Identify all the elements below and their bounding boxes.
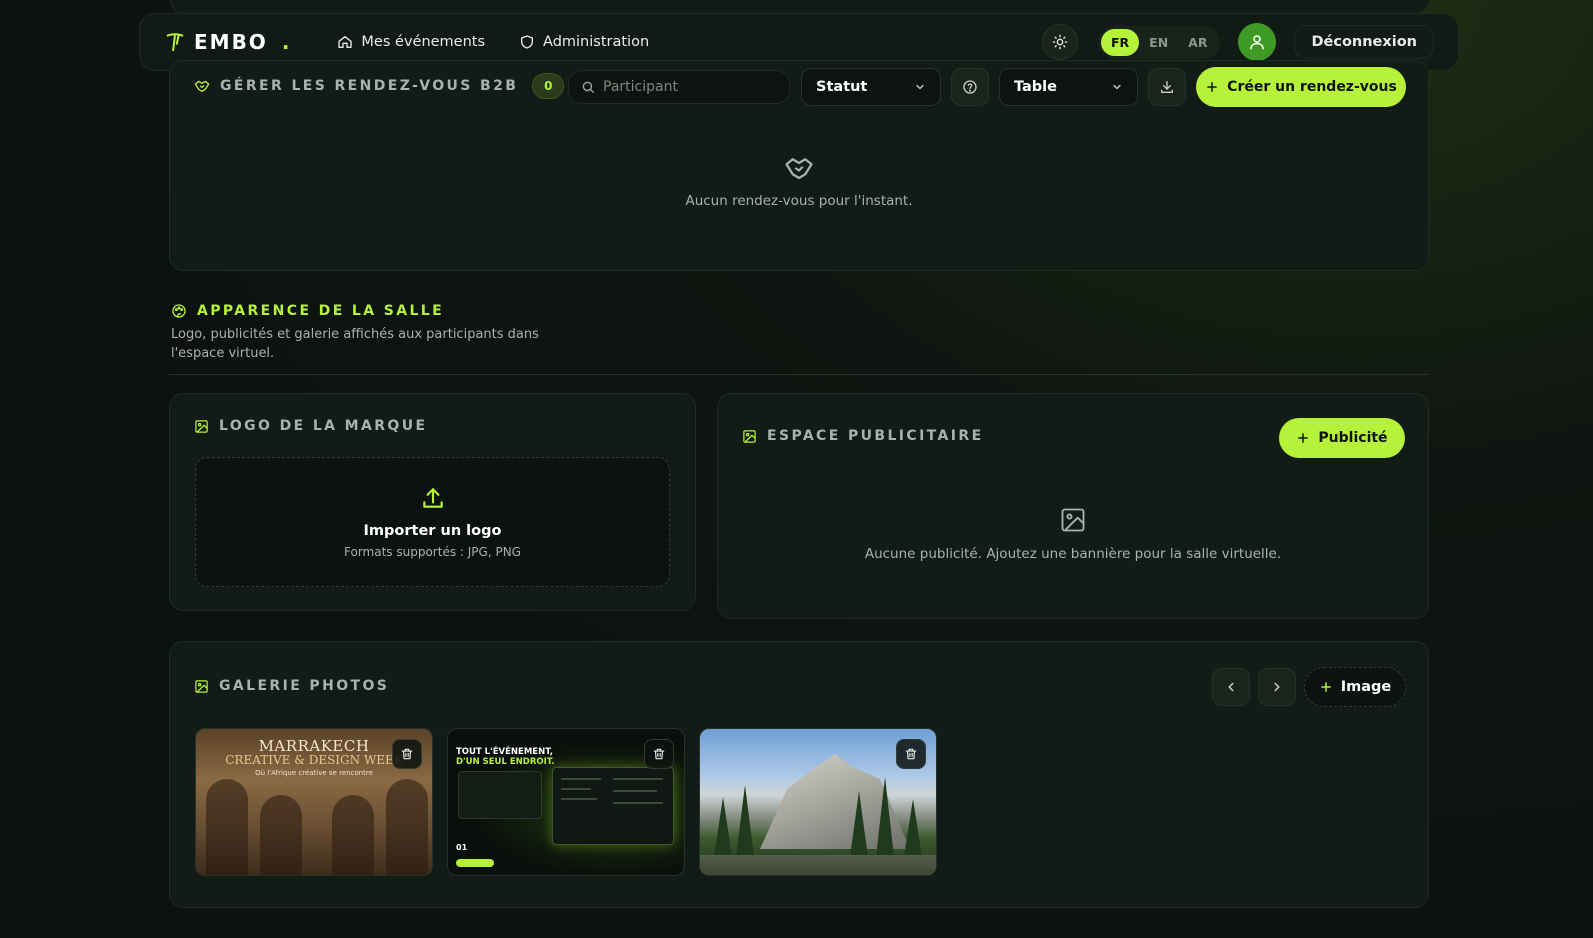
shield-icon (521, 35, 534, 49)
photo-gallery-card: GALERIE PHOTOS Image MARRAKECH CREATIVE … (169, 641, 1429, 908)
view-select[interactable]: Table (999, 68, 1138, 106)
trash-icon (401, 748, 413, 760)
logo-upload-title: Importer un logo (363, 523, 502, 539)
b2b-header: GÉRER LES RENDEZ-VOUS B2B 0 (194, 73, 565, 99)
help-button[interactable] (951, 68, 989, 106)
export-button[interactable] (1148, 68, 1186, 106)
sun-icon (1052, 34, 1068, 50)
nav-my-events[interactable]: Mes événements (337, 34, 485, 50)
brand-dot: . (281, 30, 290, 54)
b2b-title: GÉRER LES RENDEZ-VOUS B2B (220, 78, 519, 94)
brand-logo-card: LOGO DE LA MARQUE Importer un logo Forma… (169, 393, 696, 611)
trash-icon (905, 748, 917, 760)
home-icon (338, 36, 353, 48)
lang-ar-button[interactable]: AR (1178, 29, 1217, 56)
thumb-screen (552, 767, 674, 845)
handshake-icon (785, 158, 813, 180)
chevron-left-icon (1228, 682, 1234, 692)
plus-icon (1207, 82, 1218, 92)
search-icon (582, 81, 594, 93)
handshake-icon (194, 80, 210, 92)
brand-logo-title: LOGO DE LA MARQUE (219, 418, 428, 434)
nav-administration-label: Administration (543, 34, 650, 50)
appearance-title: APPARENCE DE LA SALLE (197, 303, 445, 319)
chevron-right-icon (1274, 682, 1280, 692)
gallery-thumbnail[interactable]: TOUT L'ÉVÉNEMENT, D'UN SEUL ENDROIT. 01 (447, 728, 685, 876)
help-circle-icon (963, 80, 977, 94)
status-select-value: Statut (816, 79, 868, 95)
thumb-tagline: Où l'Afrique créative se rencontre (255, 769, 373, 777)
appearance-description: Logo, publicités et galerie affichés aux… (171, 327, 539, 361)
language-switcher: FR EN AR (1097, 25, 1221, 59)
theme-toggle-button[interactable] (1041, 24, 1078, 60)
image-placeholder-icon (1061, 508, 1085, 532)
b2b-meetings-card: GÉRER LES RENDEZ-VOUS B2B 0 Statut Table… (169, 60, 1429, 271)
ads-empty-text: Aucune publicité. Ajoutez une bannière p… (864, 546, 1282, 562)
ads-empty-state: Aucune publicité. Ajoutez une bannière p… (718, 506, 1428, 562)
add-image-label: Image (1340, 679, 1392, 695)
create-meeting-button[interactable]: Créer un rendez-vous (1196, 67, 1406, 107)
lang-fr-button[interactable]: FR (1100, 28, 1140, 56)
ad-space-card: ESPACE PUBLICITAIRE Publicité Aucune pub… (717, 393, 1429, 619)
thumb-pill (456, 859, 494, 867)
add-ad-button[interactable]: Publicité (1279, 418, 1405, 458)
image-icon (195, 419, 208, 433)
delete-image-button[interactable] (392, 739, 422, 769)
add-image-button[interactable]: Image (1304, 667, 1406, 707)
logo-upload-formats: Formats supportés : JPG, PNG (344, 545, 521, 559)
logout-button[interactable]: Déconnexion (1294, 25, 1434, 59)
view-select-value: Table (1014, 79, 1057, 95)
add-ad-label: Publicité (1318, 430, 1388, 446)
delete-image-button[interactable] (896, 739, 926, 769)
image-icon (195, 679, 208, 693)
chevron-down-icon (1113, 84, 1121, 90)
chevron-down-icon (916, 84, 924, 90)
palette-icon (172, 304, 186, 318)
appearance-section-header: APPARENCE DE LA SALLE Logo, publicités e… (171, 303, 1429, 363)
participant-search (568, 70, 790, 104)
gallery-thumbnails: MARRAKECH CREATIVE & DESIGN WEEK Où l'Af… (195, 728, 937, 876)
trash-icon (653, 748, 665, 760)
b2b-empty-text: Aucun rendez-vous pour l'instant. (685, 193, 913, 209)
participant-search-input[interactable] (603, 79, 773, 95)
brand-mark-icon (166, 33, 184, 52)
delete-image-button[interactable] (644, 739, 674, 769)
thumb-panel (458, 771, 542, 819)
nav-administration[interactable]: Administration (519, 34, 649, 50)
ad-space-title: ESPACE PUBLICITAIRE (767, 428, 984, 444)
status-select[interactable]: Statut (801, 68, 941, 106)
gallery-title: GALERIE PHOTOS (219, 678, 390, 694)
upload-icon (422, 488, 443, 508)
image-icon (743, 429, 756, 443)
gallery-thumbnail[interactable]: MARRAKECH CREATIVE & DESIGN WEEK Où l'Af… (195, 728, 433, 876)
brand-name: EMBO (194, 30, 268, 54)
logo-upload-dropzone[interactable]: Importer un logo Formats supportés : JPG… (195, 457, 670, 587)
plus-icon (1298, 433, 1309, 443)
gallery-next-button[interactable] (1258, 668, 1296, 706)
thumb-headline: TOUT L'ÉVÉNEMENT, D'UN SEUL ENDROIT. (456, 747, 555, 767)
user-avatar-button[interactable] (1238, 23, 1277, 61)
nav-my-events-label: Mes événements (361, 34, 486, 50)
brand-logo[interactable]: EMBO . (164, 30, 289, 54)
b2b-count-badge: 0 (532, 73, 565, 99)
thumb-number: 01 (456, 843, 468, 852)
gallery-thumbnail[interactable] (699, 728, 937, 876)
lang-en-button[interactable]: EN (1139, 29, 1178, 56)
previous-card-edge (170, 0, 1430, 14)
user-icon (1250, 35, 1265, 50)
thumb-river (700, 855, 936, 875)
download-icon (1161, 81, 1173, 93)
plus-icon (1320, 682, 1331, 692)
section-divider (169, 374, 1429, 375)
gallery-prev-button[interactable] (1212, 668, 1250, 706)
create-meeting-label: Créer un rendez-vous (1227, 79, 1397, 95)
b2b-empty-state: Aucun rendez-vous pour l'instant. (170, 153, 1428, 209)
